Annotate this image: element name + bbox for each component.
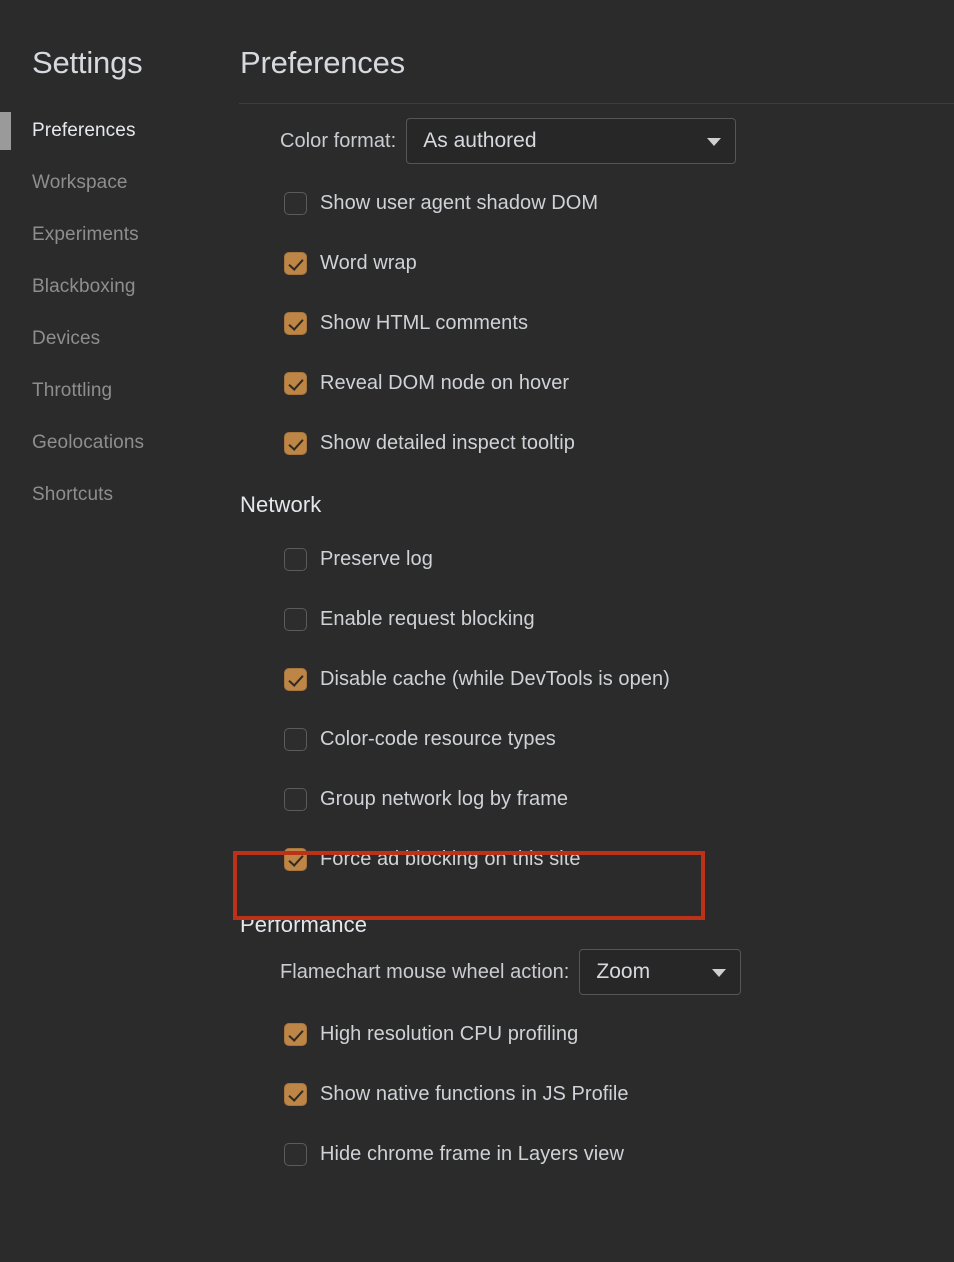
color-format-row: Color format: As authored: [238, 118, 954, 164]
section-heading-performance: Performance: [240, 912, 368, 937]
checkbox-force-ad-blocking[interactable]: [284, 847, 307, 871]
checkbox-label: Group network log by frame: [320, 787, 569, 810]
checkbox-color-code-resource-types[interactable]: [284, 727, 307, 751]
checkbox-label: High resolution CPU profiling: [320, 1022, 579, 1045]
checkbox-label: Show HTML comments: [320, 311, 528, 334]
checkbox-label: Show detailed inspect tooltip: [320, 431, 575, 454]
sidebar-item-label: Devices: [32, 328, 101, 349]
checkbox-label: Enable request blocking: [320, 607, 535, 630]
sidebar-item-label: Geolocations: [32, 432, 145, 453]
checkbox-show-native-functions-in-js-profile[interactable]: [284, 1082, 307, 1106]
checkbox-hide-chrome-frame-in-layers-view[interactable]: [284, 1142, 307, 1166]
checkbox-row-reveal-dom-node-on-hover[interactable]: Reveal DOM node on hover: [238, 353, 954, 413]
sidebar-item-preferences[interactable]: Preferences: [0, 105, 238, 157]
settings-sidebar: Settings Preferences Workspace Experimen…: [0, 0, 238, 1262]
checkbox-row-word-wrap[interactable]: Word wrap: [238, 233, 954, 293]
title-divider: [239, 103, 954, 104]
selection-indicator: [0, 112, 11, 150]
checkbox-label: Force ad blocking on this site: [320, 847, 581, 870]
checkbox-label: Preserve log: [320, 547, 433, 570]
chevron-down-icon: [707, 138, 722, 146]
sidebar-item-label: Preferences: [32, 120, 136, 141]
checkbox-label: Disable cache (while DevTools is open): [320, 667, 670, 690]
checkbox-row-high-resolution-cpu-profiling[interactable]: High resolution CPU profiling: [238, 1004, 954, 1064]
color-format-label: Color format:: [280, 129, 397, 152]
checkbox-row-hide-chrome-frame-in-layers-view[interactable]: Hide chrome frame in Layers view: [238, 1124, 954, 1184]
checkbox-high-resolution-cpu-profiling[interactable]: [284, 1022, 307, 1046]
sidebar-item-label: Shortcuts: [32, 484, 114, 505]
checkbox-show-html-comments[interactable]: [284, 311, 307, 335]
checkbox-preserve-log[interactable]: [284, 547, 307, 571]
checkbox-reveal-dom-node-on-hover[interactable]: [284, 371, 307, 395]
checkbox-show-user-agent-shadow-dom[interactable]: [284, 191, 307, 215]
flamechart-mouse-wheel-row: Flamechart mouse wheel action: Zoom: [238, 949, 954, 995]
checkbox-label: Hide chrome frame in Layers view: [320, 1142, 624, 1165]
checkbox-label: Show native functions in JS Profile: [320, 1082, 629, 1105]
checkbox-row-show-html-comments[interactable]: Show HTML comments: [238, 293, 954, 353]
chevron-down-icon: [712, 969, 727, 977]
checkbox-row-enable-request-blocking[interactable]: Enable request blocking: [238, 589, 954, 649]
section-heading-network: Network: [240, 492, 322, 517]
sidebar-item-label: Throttling: [32, 380, 113, 401]
checkbox-enable-request-blocking[interactable]: [284, 607, 307, 631]
page-title: Preferences: [240, 45, 405, 80]
preferences-content: Color format: As authored Show user agen…: [238, 118, 954, 1184]
checkbox-label: Word wrap: [320, 251, 417, 274]
checkbox-row-disable-cache[interactable]: Disable cache (while DevTools is open): [238, 649, 954, 709]
sidebar-nav-list: Preferences Workspace Experiments Blackb…: [0, 105, 238, 521]
checkbox-row-show-detailed-inspect-tooltip[interactable]: Show detailed inspect tooltip: [238, 413, 954, 473]
sidebar-item-devices[interactable]: Devices: [0, 313, 238, 365]
flamechart-mouse-wheel-select[interactable]: Zoom: [579, 949, 742, 995]
checkbox-word-wrap[interactable]: [284, 251, 307, 275]
sidebar-item-geolocations[interactable]: Geolocations: [0, 417, 238, 469]
sidebar-item-label: Experiments: [32, 224, 139, 245]
checkbox-row-color-code-resource-types[interactable]: Color-code resource types: [238, 709, 954, 769]
color-format-select[interactable]: As authored: [406, 118, 737, 164]
color-format-value: As authored: [423, 129, 537, 152]
checkbox-label: Reveal DOM node on hover: [320, 371, 570, 394]
sidebar-item-blackboxing[interactable]: Blackboxing: [0, 261, 238, 313]
checkbox-show-detailed-inspect-tooltip[interactable]: [284, 431, 307, 455]
flamechart-mouse-wheel-label: Flamechart mouse wheel action:: [280, 960, 570, 983]
sidebar-item-experiments[interactable]: Experiments: [0, 209, 238, 261]
checkbox-row-show-user-agent-shadow-dom[interactable]: Show user agent shadow DOM: [238, 173, 954, 233]
checkbox-row-force-ad-blocking[interactable]: Force ad blocking on this site: [238, 829, 954, 889]
checkbox-row-group-network-log-by-frame[interactable]: Group network log by frame: [238, 769, 954, 829]
flamechart-mouse-wheel-value: Zoom: [596, 960, 651, 983]
checkbox-label: Color-code resource types: [320, 727, 556, 750]
checkbox-row-preserve-log[interactable]: Preserve log: [238, 529, 954, 589]
sidebar-item-label: Workspace: [32, 172, 128, 193]
checkbox-label: Show user agent shadow DOM: [320, 191, 599, 214]
sidebar-item-workspace[interactable]: Workspace: [0, 157, 238, 209]
preferences-pane: Preferences Color format: As authored Sh…: [238, 0, 954, 1262]
sidebar-title: Settings: [32, 45, 143, 80]
sidebar-item-shortcuts[interactable]: Shortcuts: [0, 469, 238, 521]
sidebar-item-throttling[interactable]: Throttling: [0, 365, 238, 417]
sidebar-item-label: Blackboxing: [32, 276, 136, 297]
checkbox-group-network-log-by-frame[interactable]: [284, 787, 307, 811]
checkbox-row-show-native-functions-in-js-profile[interactable]: Show native functions in JS Profile: [238, 1064, 954, 1124]
checkbox-disable-cache[interactable]: [284, 667, 307, 691]
